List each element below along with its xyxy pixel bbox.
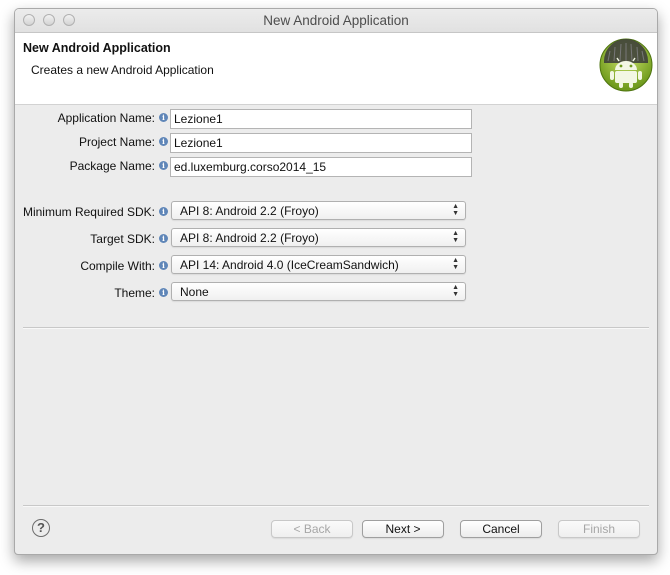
application-name-label: Application Name: (57, 111, 155, 125)
application-name-input[interactable] (170, 109, 472, 129)
wizard-header: New Android Application Creates a new An… (15, 33, 657, 105)
back-button[interactable]: < Back (271, 520, 353, 538)
footer-separator (23, 505, 649, 507)
chevron-up-down-icon: ▲ ▼ (452, 203, 459, 217)
compile-with-select[interactable]: API 14: Android 4.0 (IceCreamSandwich) ▲… (171, 255, 466, 274)
compile-with-value: API 14: Android 4.0 (IceCreamSandwich) (180, 258, 399, 272)
info-icon[interactable]: i (159, 288, 168, 297)
cancel-button[interactable]: Cancel (460, 520, 542, 538)
min-sdk-select[interactable]: API 8: Android 2.2 (Froyo) ▲ ▼ (171, 201, 466, 220)
target-sdk-value: API 8: Android 2.2 (Froyo) (180, 231, 319, 245)
android-logo-icon (599, 38, 653, 92)
theme-value: None (180, 285, 209, 299)
chevron-up-down-icon: ▲ ▼ (452, 230, 459, 244)
compile-with-label: Compile With: (80, 259, 155, 273)
info-icon[interactable]: i (159, 261, 168, 270)
next-button[interactable]: Next > (362, 520, 444, 538)
theme-label: Theme: (114, 286, 155, 300)
chevron-up-down-icon: ▲ ▼ (452, 257, 459, 271)
page-title: New Android Application (23, 41, 171, 55)
package-name-label: Package Name: (69, 159, 155, 173)
target-sdk-select[interactable]: API 8: Android 2.2 (Froyo) ▲ ▼ (171, 228, 466, 247)
info-icon[interactable]: i (159, 234, 168, 243)
wizard-window: New Android Application New Android Appl… (14, 8, 658, 555)
min-sdk-value: API 8: Android 2.2 (Froyo) (180, 204, 319, 218)
finish-button[interactable]: Finish (558, 520, 640, 538)
info-icon[interactable]: i (159, 137, 168, 146)
target-sdk-label: Target SDK: (90, 232, 155, 246)
info-icon[interactable]: i (159, 161, 168, 170)
chevron-up-down-icon: ▲ ▼ (452, 284, 459, 298)
page-subtitle: Creates a new Android Application (31, 63, 214, 77)
min-sdk-label: Minimum Required SDK: (22, 205, 155, 219)
project-name-input[interactable] (170, 133, 472, 153)
project-name-label: Project Name: (78, 135, 155, 149)
info-icon[interactable]: i (159, 113, 168, 122)
title-bar: New Android Application (15, 9, 657, 33)
form-separator (23, 327, 649, 329)
theme-select[interactable]: None ▲ ▼ (171, 282, 466, 301)
package-name-input[interactable] (170, 157, 472, 177)
help-icon[interactable]: ? (32, 519, 50, 537)
window-title: New Android Application (263, 13, 409, 28)
info-icon[interactable]: i (159, 207, 168, 216)
